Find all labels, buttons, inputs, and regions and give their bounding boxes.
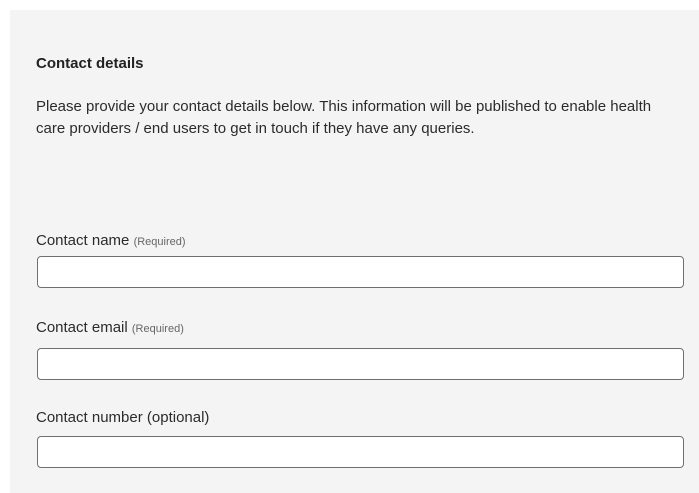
contact-number-label-text: Contact number (optional) [36, 409, 210, 426]
required-tag: (Required) [131, 323, 184, 335]
contact-name-input[interactable] [37, 256, 684, 288]
contact-name-label: Contact name (Required) [36, 232, 186, 249]
contact-email-label: Contact email (Required) [36, 319, 184, 336]
section-intro: Please provide your contact details belo… [36, 98, 652, 137]
contact-details-panel: Contact details Please provide your cont… [10, 10, 699, 493]
contact-name-label-text: Contact name [36, 232, 130, 249]
section-title: Contact details [36, 55, 144, 72]
contact-number-label: Contact number (optional) [36, 409, 209, 426]
required-tag: (Required) [133, 236, 186, 248]
contact-email-label-text: Contact email [36, 319, 128, 336]
contact-email-input[interactable] [37, 348, 684, 380]
contact-number-input[interactable] [37, 436, 684, 468]
